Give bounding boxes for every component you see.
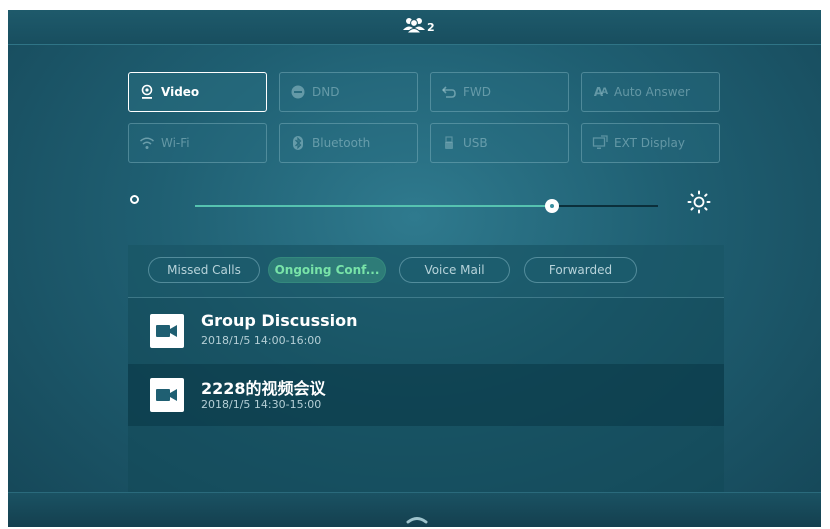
bluetooth-toggle[interactable]: Bluetooth — [279, 123, 418, 163]
call-tabs: Missed Calls Ongoing Conf... Voice Mail … — [128, 245, 724, 298]
conference-indicator[interactable]: 2 — [402, 17, 435, 33]
tab-label: Forwarded — [548, 263, 613, 277]
conference-title: Group Discussion — [201, 311, 358, 330]
dnd-toggle[interactable]: DND — [279, 72, 418, 112]
tab-label: Missed Calls — [167, 263, 241, 277]
brightness-low-icon — [130, 195, 139, 204]
call-history-panel: Missed Calls Ongoing Conf... Voice Mail … — [128, 245, 724, 499]
forward-icon — [441, 84, 457, 100]
fwd-label: FWD — [463, 85, 492, 99]
fwd-toggle[interactable]: FWD — [430, 72, 569, 112]
ext-display-label: EXT Display — [614, 136, 685, 150]
chevron-up-icon[interactable] — [406, 509, 428, 527]
dnd-label: DND — [312, 85, 340, 99]
wifi-label: Wi-Fi — [161, 136, 190, 150]
video-camera-icon — [150, 378, 184, 412]
brightness-high-icon — [686, 189, 712, 219]
conference-icon — [403, 18, 425, 33]
video-camera-icon — [150, 314, 184, 348]
conference-item[interactable]: Group Discussion 2018/1/5 14:00-16:00 — [128, 300, 724, 362]
slider-track[interactable] — [195, 199, 658, 213]
tab-ongoing-conf[interactable]: Ongoing Conf... — [268, 257, 386, 283]
usb-toggle[interactable]: USB — [430, 123, 569, 163]
auto-answer-icon: AA — [593, 85, 608, 99]
bluetooth-label: Bluetooth — [312, 136, 371, 150]
tab-missed-calls[interactable]: Missed Calls — [148, 257, 260, 283]
conference-time: 2018/1/5 14:30-15:00 — [201, 398, 322, 411]
auto-answer-toggle[interactable]: AA Auto Answer — [581, 72, 720, 112]
wifi-toggle[interactable]: Wi-Fi — [128, 123, 267, 163]
slider-thumb[interactable] — [544, 199, 559, 213]
brightness-slider[interactable] — [128, 187, 728, 217]
video-toggle[interactable]: Video — [128, 72, 267, 112]
conference-title: 2228的视频会议 — [201, 379, 326, 398]
participant-count: 2 — [427, 21, 435, 34]
auto-answer-label: Auto Answer — [614, 85, 690, 99]
video-label: Video — [161, 85, 200, 99]
bottom-bar — [8, 492, 821, 527]
wifi-icon — [139, 135, 155, 151]
conference-item[interactable]: 2228的视频会议 2018/1/5 14:30-15:00 — [128, 364, 724, 426]
usb-icon — [441, 135, 457, 151]
ext-display-icon — [592, 135, 608, 151]
tab-voice-mail[interactable]: Voice Mail — [399, 257, 510, 283]
video-icon — [139, 84, 155, 100]
screen: 2 Video DND FWD AA Auto Answer Wi-Fi Blu… — [8, 10, 821, 527]
slider-fill — [195, 205, 552, 207]
tab-label: Ongoing Conf... — [274, 263, 380, 277]
dnd-icon — [290, 84, 306, 100]
ext-display-toggle[interactable]: EXT Display — [581, 123, 720, 163]
tab-forwarded[interactable]: Forwarded — [524, 257, 637, 283]
status-bar: 2 — [8, 10, 821, 45]
usb-label: USB — [463, 136, 488, 150]
conference-time: 2018/1/5 14:00-16:00 — [201, 334, 322, 347]
tab-label: Voice Mail — [424, 263, 485, 277]
bluetooth-icon — [290, 135, 306, 151]
